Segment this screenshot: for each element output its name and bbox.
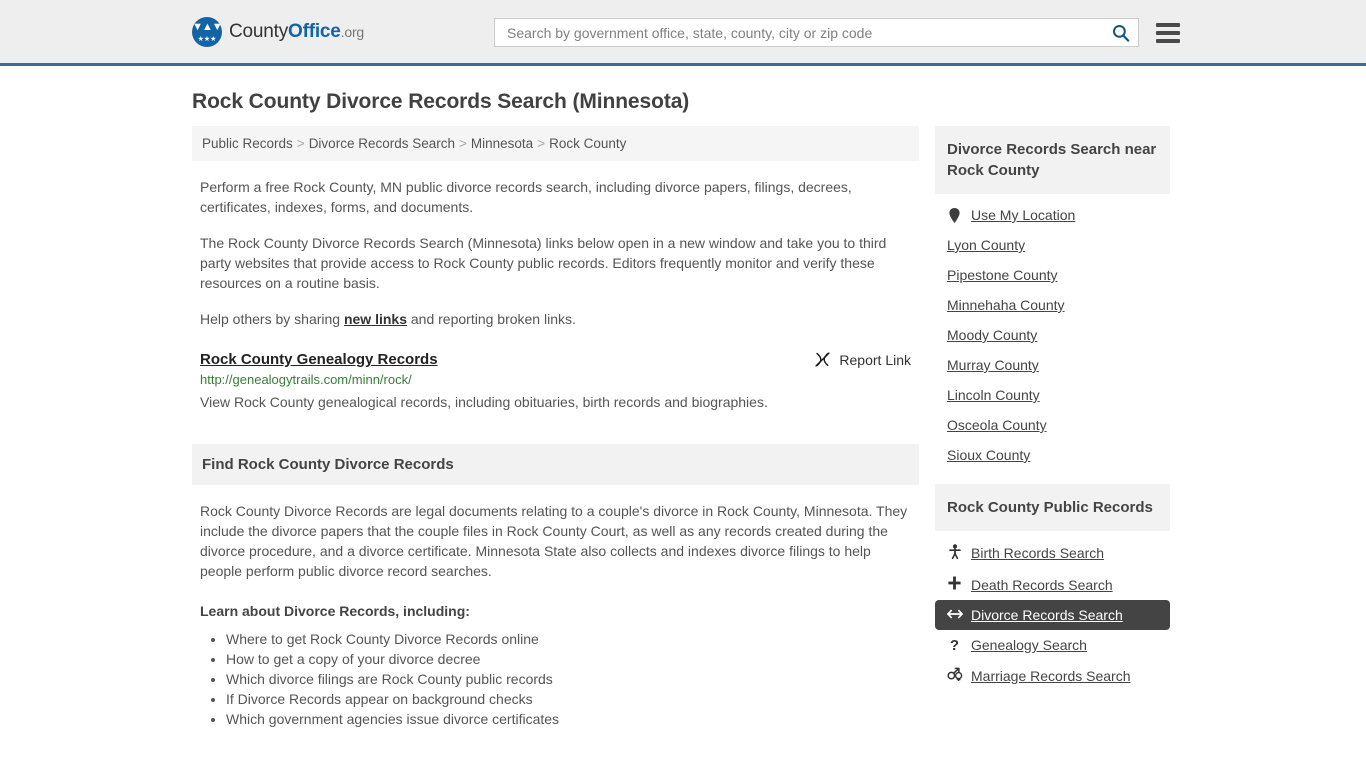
result-title-link[interactable]: Rock County Genealogy Records: [200, 351, 438, 368]
sidebar-link-label[interactable]: Minnehaha County: [947, 297, 1065, 313]
sidebar-link-label[interactable]: Lincoln County: [947, 387, 1040, 403]
sidebar-item-moody-county[interactable]: Moody County: [935, 320, 1170, 350]
breadcrumb-item-minnesota[interactable]: Minnesota: [471, 136, 533, 151]
sidebar-link-label[interactable]: Lyon County: [947, 237, 1025, 253]
header-search-zone: [494, 18, 1180, 47]
breadcrumb-separator: >: [296, 136, 305, 151]
sidebar-item-genealogy-search[interactable]: ? Genealogy Search: [935, 630, 1170, 660]
sidebar-item-lincoln-county[interactable]: Lincoln County: [935, 380, 1170, 410]
public-records-heading: Rock County Public Records: [935, 484, 1170, 531]
find-records-section: Find Rock County Divorce Records Rock Co…: [192, 444, 919, 729]
breadcrumb-item-rock-county[interactable]: Rock County: [549, 136, 626, 151]
logo-text-org: .org: [340, 23, 365, 40]
sidebar-item-divorce-records-search[interactable]: Divorce Records Search: [935, 600, 1170, 630]
result-url: http://genealogytrails.com/minn/rock/: [200, 372, 412, 387]
sidebar-item-murray-county[interactable]: Murray County: [935, 350, 1170, 380]
sidebar-link-label[interactable]: Birth Records Search: [971, 545, 1104, 561]
sidebar-item-pipestone-county[interactable]: Pipestone County: [935, 260, 1170, 290]
learn-about-lead-in: Learn about Divorce Records, including:: [200, 603, 470, 619]
list-item: How to get a copy of your divorce decree: [226, 649, 911, 669]
nearby-searches-heading: Divorce Records Search near Rock County: [935, 126, 1170, 194]
sidebar-item-lyon-county[interactable]: Lyon County: [935, 230, 1170, 260]
share-text-before: Help others by sharing: [200, 311, 344, 327]
share-text-after: and reporting broken links.: [407, 311, 576, 327]
public-records-list: Birth Records Search Death Records Searc…: [935, 531, 1170, 691]
logo-wordmark: CountyOffice.org: [229, 21, 364, 43]
result-header-row: Rock County Genealogy Records Report Lin…: [200, 351, 911, 368]
eagle-shield-logo-icon: ▼▲▼ ★★★: [192, 16, 222, 47]
sidebar-item-minnehaha-county[interactable]: Minnehaha County: [935, 290, 1170, 320]
breadcrumb: Public Records > Divorce Records Search > Mi…: [192, 126, 919, 161]
hamburger-bar: [1156, 38, 1180, 43]
list-item: Which divorce filings are Rock County pu…: [226, 669, 911, 689]
find-records-heading: Find Rock County Divorce Records: [192, 444, 919, 485]
sidebar: Divorce Records Search near Rock County …: [935, 126, 1170, 705]
result-item: Rock County Genealogy Records Report Lin…: [192, 351, 919, 412]
cross-icon: [947, 576, 962, 593]
page-container: Rock County Divorce Records Search (Minn…: [0, 90, 1366, 729]
logo-text-county: County: [229, 20, 289, 42]
search-icon[interactable]: [1112, 24, 1130, 42]
sidebar-link-label[interactable]: Genealogy Search: [971, 637, 1087, 653]
report-link-label: Report Link: [839, 351, 911, 368]
learn-about-list: Where to get Rock County Divorce Records…: [200, 629, 911, 729]
sidebar-link-label[interactable]: Osceola County: [947, 417, 1047, 433]
breadcrumb-item-divorce-records-search[interactable]: Divorce Records Search: [309, 136, 455, 151]
male-female-icon: [947, 667, 963, 684]
list-item: Where to get Rock County Divorce Records…: [226, 629, 911, 649]
page-title: Rock County Divorce Records Search (Minn…: [192, 90, 690, 113]
nearby-searches-card: Divorce Records Search near Rock County …: [935, 126, 1170, 470]
sidebar-item-use-my-location[interactable]: Use My Location: [935, 200, 1170, 230]
sidebar-link-label[interactable]: Use My Location: [971, 207, 1075, 223]
find-records-body: Rock County Divorce Records are legal do…: [192, 501, 919, 729]
left-right-arrow-icon: [947, 608, 963, 623]
sidebar-item-birth-records-search[interactable]: Birth Records Search: [935, 537, 1170, 569]
site-logo[interactable]: ▼▲▼ ★★★ CountyOffice.org: [192, 16, 364, 47]
new-links-link[interactable]: new links: [344, 311, 407, 327]
list-item: If Divorce Records appear on background …: [226, 689, 911, 709]
sidebar-link-label[interactable]: Divorce Records Search: [971, 607, 1123, 623]
public-records-card: Rock County Public Records Birth Records…: [935, 484, 1170, 691]
search-box[interactable]: [494, 18, 1139, 47]
hamburger-bar: [1156, 22, 1180, 27]
find-records-paragraph: Rock County Divorce Records are legal do…: [200, 503, 908, 579]
breadcrumb-separator: >: [459, 136, 467, 151]
breadcrumb-separator: >: [537, 136, 546, 151]
list-item: Which government agencies issue divorce …: [226, 709, 911, 729]
intro-paragraph-1: Perform a free Rock County, MN public di…: [200, 179, 852, 215]
logo-text-office: Office: [288, 20, 341, 42]
map-pin-icon: [947, 207, 962, 223]
content-columns: Public Records > Divorce Records Search > Mi…: [192, 126, 1174, 729]
sidebar-link-label[interactable]: Marriage Records Search: [971, 668, 1131, 684]
result-description: View Rock County genealogical records, i…: [200, 394, 768, 410]
breadcrumb-item-public-records[interactable]: Public Records: [202, 136, 293, 151]
question-mark-icon: ?: [949, 636, 960, 654]
sidebar-item-sioux-county[interactable]: Sioux County: [935, 440, 1170, 470]
sidebar-link-label[interactable]: Death Records Search: [971, 577, 1113, 593]
site-header: ▼▲▼ ★★★ CountyOffice.org: [0, 0, 1366, 66]
nearby-searches-list: Use My Location Lyon County Pipestone Co…: [935, 194, 1170, 470]
sidebar-item-osceola-county[interactable]: Osceola County: [935, 410, 1170, 440]
sidebar-link-label[interactable]: Pipestone County: [947, 267, 1058, 283]
sidebar-item-marriage-records-search[interactable]: Marriage Records Search: [935, 660, 1170, 691]
baby-icon: [947, 544, 962, 562]
intro-paragraph-3: Help others by sharing new links and rep…: [192, 309, 919, 329]
sidebar-link-label[interactable]: Murray County: [947, 357, 1039, 373]
hamburger-menu-icon[interactable]: [1156, 22, 1180, 43]
sidebar-link-label[interactable]: Moody County: [947, 327, 1037, 343]
intro-paragraph-2: The Rock County Divorce Records Search (…: [200, 235, 887, 291]
report-link-button[interactable]: Report Link: [814, 351, 911, 368]
sidebar-link-label[interactable]: Sioux County: [947, 447, 1030, 463]
main-column: Public Records > Divorce Records Search > Mi…: [192, 126, 919, 729]
broken-link-icon: [815, 352, 831, 367]
hamburger-bar: [1156, 30, 1180, 35]
sidebar-item-death-records-search[interactable]: Death Records Search: [935, 569, 1170, 600]
search-input[interactable]: [505, 23, 1112, 42]
